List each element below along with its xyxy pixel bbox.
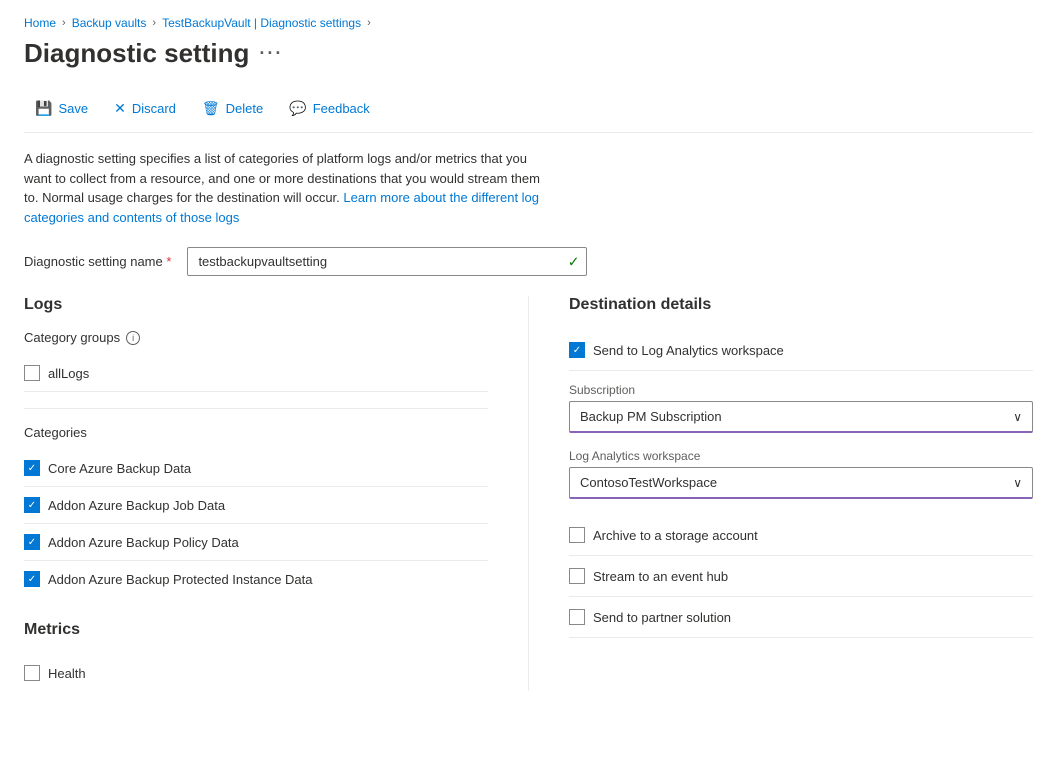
- category-checkbox[interactable]: [24, 534, 40, 550]
- all-logs-label: allLogs: [48, 366, 89, 381]
- diagnostic-name-label: Diagnostic setting name *: [24, 254, 171, 269]
- discard-label: Discard: [132, 101, 176, 116]
- delete-icon: 🗑: [202, 100, 220, 117]
- archive-storage-checkbox[interactable]: [569, 527, 585, 543]
- destination-title: Destination details: [569, 296, 1033, 314]
- breadcrumb-backup-vaults[interactable]: Backup vaults: [72, 16, 147, 30]
- delete-button[interactable]: 🗑 Delete: [191, 93, 274, 124]
- diagnostic-name-input[interactable]: [187, 247, 587, 276]
- toolbar: 💾 Save ✕ Discard 🗑 Delete 💬 Feedback: [24, 85, 1033, 133]
- input-valid-icon: ✓: [568, 253, 580, 270]
- breadcrumb-sep-2: ›: [152, 17, 156, 29]
- more-options-button[interactable]: ···: [259, 43, 283, 64]
- send-log-analytics-row[interactable]: Send to Log Analytics workspace: [569, 330, 1033, 371]
- category-groups-label: Category groups i: [24, 330, 488, 345]
- log-workspace-dropdown[interactable]: ContosoTestWorkspace ∨: [569, 467, 1033, 499]
- feedback-button[interactable]: 💬 Feedback: [278, 93, 381, 124]
- breadcrumb-home[interactable]: Home: [24, 16, 56, 30]
- metric-label: Health: [48, 666, 86, 681]
- category-groups-info-icon[interactable]: i: [126, 331, 140, 345]
- category-checkbox[interactable]: [24, 460, 40, 476]
- archive-storage-row[interactable]: Archive to a storage account: [569, 515, 1033, 556]
- category-label: Addon Azure Backup Job Data: [48, 498, 225, 513]
- right-panel: Destination details Send to Log Analytic…: [528, 296, 1033, 691]
- category-checkbox[interactable]: [24, 497, 40, 513]
- category-checkbox[interactable]: [24, 571, 40, 587]
- logs-section-title: Logs: [24, 296, 488, 314]
- feedback-icon: 💬: [289, 100, 306, 117]
- breadcrumb-sep-3: ›: [367, 17, 371, 29]
- name-input-wrapper: ✓: [187, 247, 587, 276]
- category-label: Addon Azure Backup Protected Instance Da…: [48, 572, 313, 587]
- category-label: Addon Azure Backup Policy Data: [48, 535, 239, 550]
- subscription-label: Subscription: [569, 383, 1033, 397]
- log-workspace-chevron-icon: ∨: [1013, 476, 1022, 490]
- page-title-container: Diagnostic setting ···: [24, 38, 1033, 69]
- feedback-label: Feedback: [313, 101, 370, 116]
- discard-button[interactable]: ✕ Discard: [103, 93, 187, 124]
- categories-list: Core Azure Backup Data Addon Azure Backup…: [24, 450, 488, 597]
- partner-solution-row[interactable]: Send to partner solution: [569, 597, 1033, 638]
- category-row[interactable]: Addon Azure Backup Job Data: [24, 487, 488, 524]
- separator-1: [24, 408, 488, 409]
- save-label: Save: [58, 101, 88, 116]
- left-panel: Logs Category groups i allLogs Categorie…: [24, 296, 528, 691]
- stream-event-hub-label: Stream to an event hub: [593, 569, 728, 584]
- partner-solution-label: Send to partner solution: [593, 610, 731, 625]
- send-log-analytics-checkbox[interactable]: [569, 342, 585, 358]
- discard-icon: ✕: [114, 100, 126, 117]
- save-button[interactable]: 💾 Save: [24, 93, 99, 124]
- save-icon: 💾: [35, 100, 52, 117]
- subscription-field: Subscription Backup PM Subscription ∨: [569, 383, 1033, 433]
- subscription-value: Backup PM Subscription: [580, 409, 722, 424]
- diagnostic-name-field: Diagnostic setting name * ✓: [24, 247, 1033, 276]
- metrics-section-title: Metrics: [24, 621, 488, 639]
- subscription-chevron-icon: ∨: [1013, 410, 1022, 424]
- archive-storage-label: Archive to a storage account: [593, 528, 758, 543]
- log-workspace-field: Log Analytics workspace ContosoTestWorks…: [569, 449, 1033, 499]
- log-workspace-label: Log Analytics workspace: [569, 449, 1033, 463]
- send-log-analytics-label: Send to Log Analytics workspace: [593, 343, 784, 358]
- stream-event-hub-checkbox[interactable]: [569, 568, 585, 584]
- description-text: A diagnostic setting specifies a list of…: [24, 149, 544, 227]
- breadcrumb-vault-settings[interactable]: TestBackupVault | Diagnostic settings: [162, 16, 361, 30]
- partner-solution-checkbox[interactable]: [569, 609, 585, 625]
- subscription-dropdown[interactable]: Backup PM Subscription ∨: [569, 401, 1033, 433]
- metrics-list: Health: [24, 655, 488, 691]
- main-layout: Logs Category groups i allLogs Categorie…: [24, 296, 1033, 691]
- category-row[interactable]: Addon Azure Backup Policy Data: [24, 524, 488, 561]
- metrics-section: Metrics Health: [24, 621, 488, 691]
- breadcrumb-sep-1: ›: [62, 17, 66, 29]
- categories-label: Categories: [24, 425, 488, 440]
- metric-checkbox[interactable]: [24, 665, 40, 681]
- required-indicator: *: [166, 254, 171, 269]
- all-logs-checkbox[interactable]: [24, 365, 40, 381]
- log-workspace-value: ContosoTestWorkspace: [580, 475, 717, 490]
- delete-label: Delete: [226, 101, 264, 116]
- category-label: Core Azure Backup Data: [48, 461, 191, 476]
- metric-row[interactable]: Health: [24, 655, 488, 691]
- page-title: Diagnostic setting: [24, 38, 249, 69]
- category-row[interactable]: Core Azure Backup Data: [24, 450, 488, 487]
- breadcrumb: Home › Backup vaults › TestBackupVault |…: [24, 16, 1033, 30]
- category-row[interactable]: Addon Azure Backup Protected Instance Da…: [24, 561, 488, 597]
- stream-event-hub-row[interactable]: Stream to an event hub: [569, 556, 1033, 597]
- all-logs-checkbox-row[interactable]: allLogs: [24, 355, 488, 392]
